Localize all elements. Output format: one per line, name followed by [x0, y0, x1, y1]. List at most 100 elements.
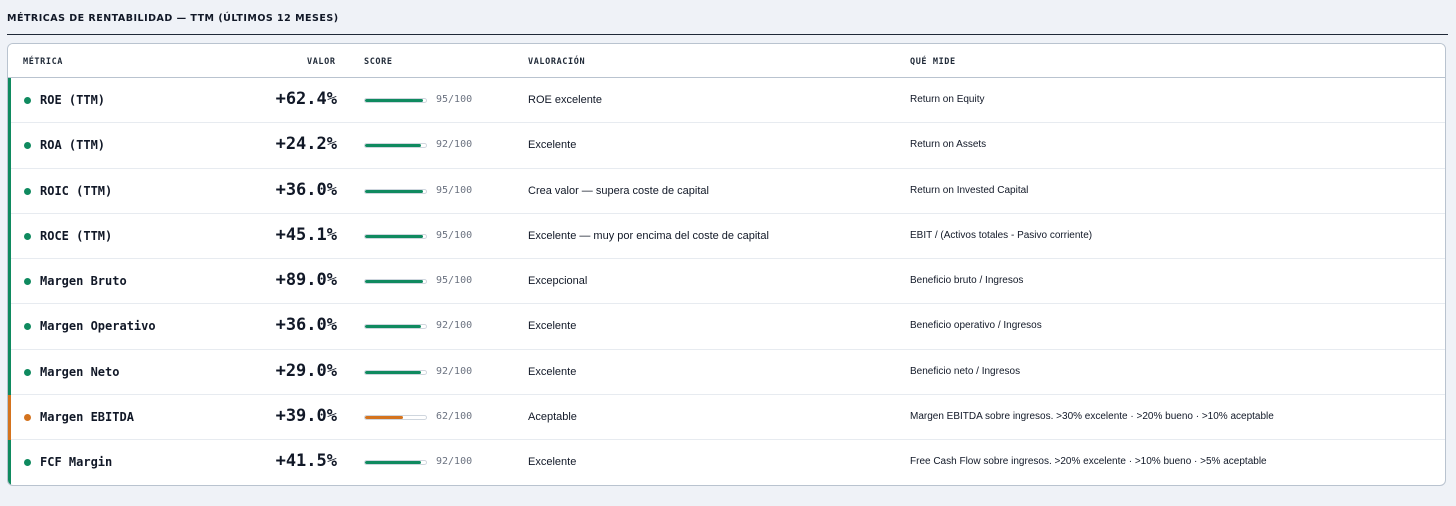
que-mide-text: Return on Equity — [910, 94, 985, 105]
valoracion-text: Excelente — muy por encima del coste de … — [528, 229, 769, 242]
metric-name: Margen Neto — [40, 364, 120, 379]
score-bar — [364, 143, 427, 149]
metrics-table: MÉTRICA VALOR SCORE VALORACIÓN QUÉ MIDE … — [7, 43, 1446, 486]
score-label: 62/100 — [436, 411, 473, 423]
que-mide-text: Margen EBITDA sobre ingresos. >30% excel… — [910, 411, 1274, 423]
status-dot-icon — [24, 232, 31, 240]
table-body: ROE (TTM) +62.4% 95/100 ROE excelente Return… — [8, 78, 1445, 485]
que-mide-text: Free Cash Flow sobre ingresos. >20% exce… — [910, 456, 1267, 468]
que-mide-text: EBIT / (Activos totales - Pasivo corrien… — [910, 229, 1093, 241]
score-bar-fill — [365, 416, 403, 420]
score-label: 92/100 — [436, 456, 473, 468]
header-metrica: MÉTRICA — [23, 57, 64, 67]
status-dot-icon — [24, 459, 31, 467]
metric-name: Margen EBITDA — [40, 410, 134, 425]
score-bar-fill — [365, 461, 422, 465]
section-header: MÉTRICAS DE RENTABILIDAD — TTM (ÚLTIMOS … — [7, 0, 1448, 35]
table-row[interactable]: ROA (TTM) +24.2% 92/100 Excelente Return on … — [8, 123, 1445, 169]
table-row[interactable]: ROE (TTM) +62.4% 95/100 ROE excelente Return… — [8, 78, 1445, 124]
status-dot-icon — [24, 368, 31, 376]
score-bar-fill — [365, 280, 423, 284]
score-bar-fill — [365, 370, 422, 374]
table-row[interactable]: FCF Margin +41.5% 92/100 Excelente Free Cash… — [8, 440, 1445, 485]
status-stripe — [8, 349, 11, 396]
score-bar — [364, 233, 427, 239]
status-dot-icon — [24, 187, 31, 195]
metric-value: +41.5% — [275, 451, 337, 472]
metric-value: +36.0% — [275, 179, 337, 200]
score-bar-fill — [365, 144, 422, 148]
score-label: 95/100 — [436, 229, 473, 241]
score-label: 92/100 — [436, 320, 473, 332]
que-mide-text: Beneficio bruto / Ingresos — [910, 275, 1024, 287]
status-dot-icon — [24, 142, 31, 150]
que-mide-text: Return on Assets — [910, 139, 987, 151]
status-stripe — [8, 395, 11, 441]
table-row[interactable]: ROIC (TTM) +36.0% 95/100 Crea valor — super… — [8, 168, 1445, 214]
section-title: MÉTRICAS DE RENTABILIDAD — TTM (ÚLTIMOS … — [7, 13, 339, 24]
valoracion-text: Excelente — [528, 320, 577, 333]
score-bar-fill — [365, 325, 422, 329]
que-mide-text: Beneficio neto / Ingresos — [910, 365, 1021, 377]
valoracion-text: ROE excelente — [528, 94, 602, 106]
header-score: SCORE — [364, 57, 393, 67]
score-bar-fill — [365, 234, 423, 238]
header-valor: VALOR — [307, 57, 336, 67]
metric-value: +62.4% — [275, 89, 337, 109]
header-valoracion: VALORACIÓN — [528, 57, 586, 67]
status-stripe — [8, 304, 11, 350]
score-label: 95/100 — [436, 275, 473, 287]
metric-value: +36.0% — [275, 315, 337, 336]
score-bar — [364, 324, 427, 330]
status-stripe — [8, 440, 11, 485]
score-bar — [364, 369, 427, 375]
score-bar — [364, 98, 427, 103]
metric-name: Margen Operativo — [40, 319, 156, 334]
metric-name: Margen Bruto — [40, 274, 127, 289]
metric-name: ROCE (TTM) — [40, 228, 113, 243]
table-row[interactable]: Margen Bruto +89.0% 95/100 Excepcional Benef… — [8, 259, 1445, 305]
status-dot-icon — [24, 414, 31, 422]
status-dot-icon — [24, 278, 31, 286]
score-label: 92/100 — [436, 365, 473, 377]
que-mide-text: Return on Invested Capital — [910, 184, 1029, 196]
status-stripe — [8, 213, 11, 260]
score-bar — [364, 415, 427, 421]
status-stripe — [8, 78, 11, 124]
status-dot-icon — [24, 97, 31, 104]
score-bar — [364, 188, 427, 194]
metric-value: +89.0% — [275, 270, 337, 291]
score-bar — [364, 279, 427, 285]
table-header-row: MÉTRICA VALOR SCORE VALORACIÓN QUÉ MIDE — [8, 44, 1445, 78]
metric-value: +24.2% — [275, 134, 337, 155]
score-bar-fill — [365, 99, 423, 102]
metric-value: +45.1% — [275, 224, 337, 245]
table-row[interactable]: Margen Operativo +36.0% 92/100 Excelente Ben… — [8, 304, 1445, 350]
valoracion-text: Excepcional — [528, 275, 588, 288]
metric-name: FCF Margin — [40, 455, 113, 470]
metric-value: +39.0% — [275, 406, 337, 427]
header-que-mide: QUÉ MIDE — [910, 57, 956, 67]
score-label: 95/100 — [436, 94, 473, 105]
valoracion-text: Excelente — [528, 456, 577, 469]
valoracion-text: Excelente — [528, 365, 577, 378]
score-bar — [364, 460, 427, 466]
status-stripe — [8, 168, 11, 214]
score-label: 95/100 — [436, 184, 473, 196]
table-row[interactable]: Margen Neto +29.0% 92/100 Excelente Benefici… — [8, 349, 1445, 396]
status-dot-icon — [24, 323, 31, 331]
metric-value: +29.0% — [275, 360, 337, 381]
metric-name: ROA (TTM) — [40, 138, 106, 153]
score-bar-fill — [365, 189, 423, 193]
status-stripe — [8, 123, 11, 169]
metric-name: ROIC (TTM) — [40, 183, 113, 198]
status-stripe — [8, 259, 11, 305]
table-row[interactable]: Margen EBITDA +39.0% 62/100 Aceptable Margen… — [8, 395, 1445, 441]
valoracion-text: Aceptable — [528, 411, 577, 424]
table-row[interactable]: ROCE (TTM) +45.1% 95/100 Excelente — muy po… — [8, 213, 1445, 260]
valoracion-text: Crea valor — supera coste de capital — [528, 184, 709, 197]
que-mide-text: Beneficio operativo / Ingresos — [910, 320, 1042, 332]
score-label: 92/100 — [436, 139, 473, 151]
metric-name: ROE (TTM) — [40, 93, 106, 107]
valoracion-text: Excelente — [528, 139, 577, 152]
